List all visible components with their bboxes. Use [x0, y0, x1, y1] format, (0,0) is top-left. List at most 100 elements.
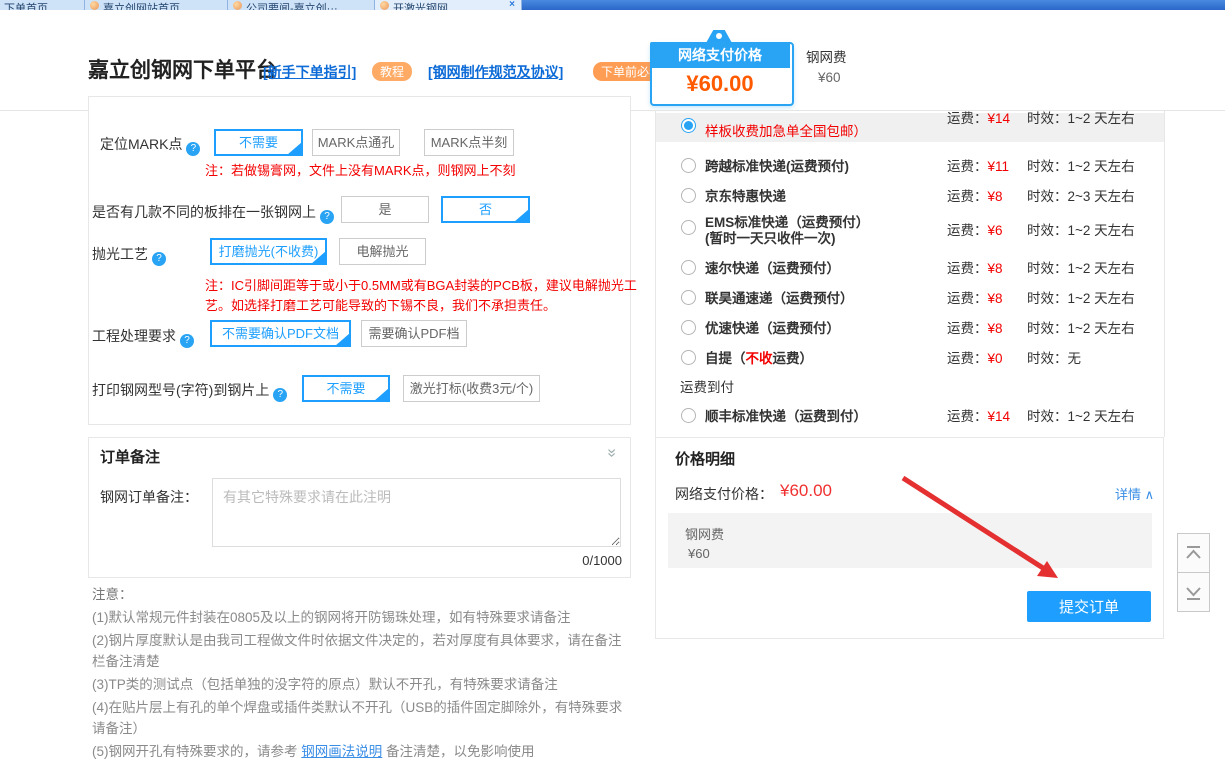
- notice-item-3: (3)TP类的测试点（包括单独的没字符的原点）默认不开孔，有特殊要求请备注: [92, 674, 632, 695]
- option-yes[interactable]: 是: [341, 196, 429, 223]
- polish-process-label: 抛光工艺?: [92, 244, 166, 266]
- shipping-5-name[interactable]: 速尔快递（运费预付）: [705, 257, 840, 277]
- notice-item-1: (1)默认常规元件封装在0805及以上的钢网将开防锡珠处理，如有特殊要求请备注: [92, 607, 632, 628]
- shipping-1-fee: 运费：¥14: [947, 110, 1010, 127]
- multi-board-label: 是否有几款不同的板排在一张钢网上?: [92, 202, 334, 224]
- radio-shipping-3[interactable]: [681, 188, 696, 203]
- notice-item-4: (4)在贴片层上有孔的单个焊盘或插件类默认不开孔（USB的插件固定脚除外，有特殊…: [92, 697, 632, 739]
- pay-price-label: 网络支付价格：: [675, 484, 773, 504]
- option-no-print[interactable]: 不需要✓: [302, 375, 390, 402]
- char-counter: 0/1000: [212, 553, 622, 568]
- browser-tab-strip: 下单首页 嘉立创网站首页 公司要闻-嘉立创··· 开激光钢网 ×: [0, 0, 1225, 10]
- polish-note-line2: 艺。如选择打磨工艺可能导致的下锡不良，我们不承担责任。: [205, 295, 556, 314]
- panel-border-left: [655, 110, 656, 437]
- option-grind-polish[interactable]: 打磨抛光(不收费)✓: [210, 238, 327, 265]
- radio-shipping-1[interactable]: [681, 118, 696, 133]
- radio-shipping-2[interactable]: [681, 158, 696, 173]
- shipping-4-name-line2[interactable]: (暂时一天只收件一次): [705, 227, 836, 247]
- collapse-icon[interactable]: »: [602, 449, 620, 458]
- browser-tab-3[interactable]: 公司要闻-嘉立创···: [228, 0, 375, 10]
- shipping-1-red-line[interactable]: 样板收费加急单全国包邮）: [705, 120, 867, 140]
- option-electro-polish[interactable]: 电解抛光: [339, 238, 426, 265]
- shipping-3-time: 时效：2~3 天左右: [1027, 185, 1135, 205]
- favicon: [90, 1, 99, 10]
- shipping-6-name[interactable]: 联昊通速递（运费预付）: [705, 287, 854, 307]
- tab-label: 嘉立创网站首页: [103, 0, 180, 10]
- option-no-mark[interactable]: 不需要✓: [214, 129, 303, 156]
- shipping-9-name[interactable]: 顺丰标准快递（运费到付）: [705, 405, 867, 425]
- check-icon: ✓: [317, 243, 325, 266]
- check-icon: ✓: [293, 134, 301, 157]
- option-mark-half-etch[interactable]: MARK点半刻: [424, 129, 514, 156]
- radio-shipping-8[interactable]: [681, 350, 696, 365]
- shipping-6-time: 时效：1~2 天左右: [1027, 287, 1135, 307]
- shipping-7-fee: 运费：¥8: [947, 317, 1003, 337]
- radio-shipping-4[interactable]: [681, 220, 696, 235]
- shipping-3-name[interactable]: 京东特惠快递: [705, 185, 786, 205]
- radio-shipping-5[interactable]: [681, 260, 696, 275]
- option-no-pdf-confirm[interactable]: 不需要确认PDF文档✓: [210, 320, 351, 347]
- check-icon: ✓: [380, 380, 388, 403]
- option-laser-mark[interactable]: 激光打标(收费3元/个): [403, 375, 540, 402]
- option-mark-through-hole[interactable]: MARK点通孔: [312, 129, 400, 156]
- favicon: [233, 1, 242, 10]
- browser-tab-4-active[interactable]: 开激光钢网 ×: [375, 0, 522, 10]
- price-tag-label: 网络支付价格: [650, 42, 790, 68]
- notice-title: 注意：: [92, 584, 632, 605]
- help-icon[interactable]: ?: [320, 210, 334, 224]
- shipping-7-name[interactable]: 优速快递（运费预付）: [705, 317, 840, 337]
- tab-label: 开激光钢网: [393, 0, 448, 10]
- check-icon: ✓: [341, 325, 349, 348]
- stencil-spec-link[interactable]: [钢网制作规范及协议]: [428, 62, 563, 82]
- check-icon: ✓: [520, 201, 528, 224]
- help-icon[interactable]: ?: [273, 388, 287, 402]
- stencil-drawing-link[interactable]: 钢网画法说明: [301, 744, 382, 759]
- shipping-5-time: 时效：1~2 天左右: [1027, 257, 1135, 277]
- shipping-8-fee: 运费：¥0: [947, 347, 1003, 367]
- browser-tab-2[interactable]: 嘉立创网站首页: [85, 0, 228, 10]
- radio-shipping-9[interactable]: [681, 408, 696, 423]
- shipping-5-fee: 运费：¥8: [947, 257, 1003, 277]
- tutorial-badge: 教程: [372, 62, 412, 81]
- help-icon[interactable]: ?: [186, 142, 200, 156]
- pay-price-value: ¥60.00: [780, 481, 832, 501]
- notice-list: 注意： (1)默认常规元件封装在0805及以上的钢网将开防锡珠处理，如有特殊要求…: [92, 584, 632, 764]
- option-no[interactable]: 否✓: [441, 196, 530, 223]
- remarks-title: 订单备注: [100, 446, 160, 467]
- mark-point-note: 注：若做锡膏网，文件上没有MARK点，则钢网上不刻: [205, 160, 516, 179]
- remarks-textarea[interactable]: [212, 478, 621, 547]
- panel-border-right: [1164, 110, 1165, 437]
- tab-label: 下单首页: [4, 0, 48, 10]
- price-tag-hole: [716, 33, 722, 39]
- shipping-4-fee: 运费：¥6: [947, 219, 1003, 239]
- scroll-bottom-icon: [1178, 573, 1209, 612]
- fee-item-name: 钢网费: [685, 524, 724, 543]
- fee-summary-value: ¥60: [818, 70, 841, 85]
- page-title: 嘉立创钢网下单平台: [88, 54, 277, 84]
- shipping-3-fee: 运费：¥8: [947, 185, 1003, 205]
- caret-up-icon: ∧: [1145, 487, 1155, 502]
- shipping-8-name[interactable]: 自提（不收运费）: [705, 347, 813, 367]
- fee-breakdown-box: 钢网费 ¥60: [668, 513, 1152, 568]
- right-panel: 样板收费加急单全国包邮） 运费：¥14 时效：1~2 天左右 跨越标准快递(运费…: [655, 110, 1166, 641]
- close-icon[interactable]: ×: [509, 0, 515, 10]
- submit-order-button[interactable]: 提交订单: [1027, 591, 1151, 622]
- scroll-to-top-button[interactable]: [1177, 533, 1210, 573]
- scroll-to-bottom-button[interactable]: [1177, 572, 1210, 612]
- detail-toggle-link[interactable]: 详情 ∧: [1115, 484, 1154, 503]
- radio-shipping-6[interactable]: [681, 290, 696, 305]
- engineering-requirement-label: 工程处理要求?: [92, 326, 194, 348]
- shipping-2-time: 时效：1~2 天左右: [1027, 155, 1135, 175]
- scroll-top-icon: [1178, 534, 1209, 572]
- help-icon[interactable]: ?: [152, 252, 166, 266]
- browser-tab-1[interactable]: 下单首页: [0, 0, 85, 10]
- remarks-field-label: 钢网订单备注：: [100, 487, 198, 507]
- notice-item-5: (5)钢网开孔有特殊要求的，请参考 钢网画法说明 备注清楚，以免影响使用: [92, 741, 632, 762]
- shipping-2-name[interactable]: 跨越标准快递(运费预付): [705, 155, 849, 175]
- help-icon[interactable]: ?: [180, 334, 194, 348]
- newbie-guide-link[interactable]: [新手下单指引]: [263, 62, 356, 82]
- radio-shipping-7[interactable]: [681, 320, 696, 335]
- print-model-label: 打印钢网型号(字符)到钢片上?: [92, 380, 287, 402]
- mark-point-label: 定位MARK点?: [100, 134, 200, 156]
- option-need-pdf-confirm[interactable]: 需要确认PDF档: [361, 320, 467, 347]
